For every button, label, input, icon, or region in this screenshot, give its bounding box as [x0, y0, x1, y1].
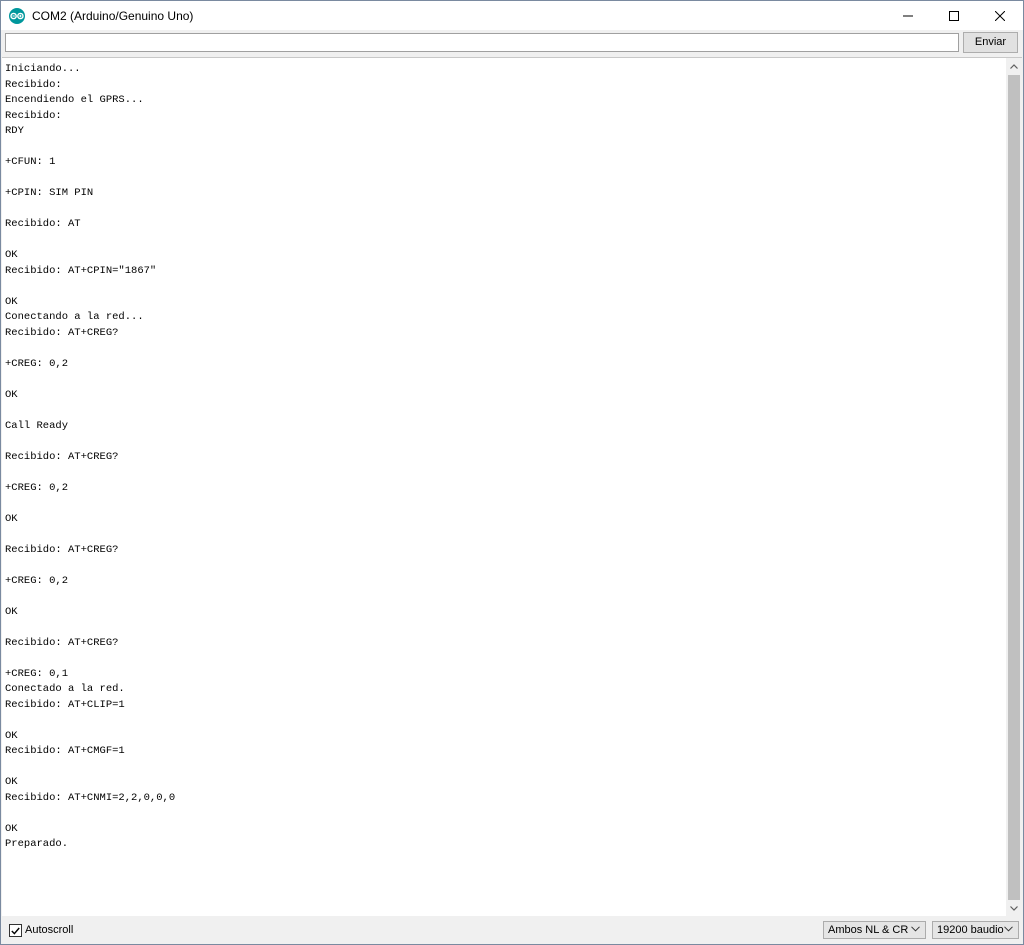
output-line: OK: [5, 605, 18, 618]
checkmark-icon: [11, 927, 20, 935]
line-ending-dropdown[interactable]: Ambos NL & CR: [823, 921, 926, 939]
maximize-button[interactable]: [931, 1, 977, 30]
baud-rate-dropdown[interactable]: 19200 baudio: [932, 921, 1019, 939]
chevron-down-icon: [911, 926, 920, 932]
serial-output-text[interactable]: Iniciando... Recibido: Encendiendo el GPR…: [5, 62, 1005, 912]
output-line: Iniciando...: [5, 63, 81, 75]
send-row: Enviar: [1, 30, 1023, 57]
output-line: Recibido: AT+CMGF=1: [5, 745, 125, 757]
output-line: Recibido:: [5, 109, 69, 122]
output-line: Recibido:: [5, 78, 69, 91]
output-line: OK: [5, 822, 18, 835]
output-line: RDY: [5, 125, 24, 137]
output-line: +CREG: 0,2: [5, 481, 69, 494]
serial-output-panel[interactable]: Iniciando... Recibido: Encendiendo el GPR…: [2, 57, 1022, 917]
vertical-scrollbar[interactable]: [1006, 58, 1022, 916]
output-line: +CREG: 0,2: [5, 574, 69, 587]
output-line: Preparado.: [5, 838, 69, 850]
output-line: OK: [5, 776, 18, 788]
output-line: OK: [5, 295, 18, 308]
send-button[interactable]: Enviar: [963, 32, 1018, 53]
scroll-down-button[interactable]: [1006, 900, 1022, 916]
window-title: COM2 (Arduino/Genuino Uno): [32, 8, 194, 23]
baud-rate-value: 19200 baudio: [937, 924, 1004, 936]
chevron-down-icon: [1010, 905, 1018, 911]
bottom-bar: Autoscroll Ambos NL & CR 19200 baudio: [1, 916, 1023, 944]
output-line: OK: [5, 388, 18, 401]
arduino-infinity-icon: [9, 7, 25, 24]
output-line: +CREG: 0,1: [5, 667, 69, 680]
output-line: Recibido: AT+CREG?: [5, 636, 119, 649]
scroll-up-button[interactable]: [1006, 58, 1022, 74]
output-line: Conectando a la red...: [5, 311, 144, 323]
close-icon: [995, 10, 1005, 21]
close-button[interactable]: [977, 1, 1023, 30]
window-controls: [885, 1, 1023, 30]
output-line: +CFUN: 1: [5, 156, 56, 168]
output-line: Recibido: AT+CREG?: [5, 543, 119, 556]
output-line: OK: [5, 512, 18, 525]
output-line: +CPIN: SIM PIN: [5, 187, 94, 199]
maximize-icon: [949, 10, 959, 21]
title-bar[interactable]: COM2 (Arduino/Genuino Uno): [1, 1, 1023, 30]
output-line: Recibido: AT+CREG?: [5, 326, 119, 339]
output-line: OK: [5, 729, 18, 742]
output-line: Recibido: AT+CLIP=1: [5, 698, 125, 711]
scroll-thumb[interactable]: [1008, 75, 1020, 900]
output-line: +CREG: 0,2: [5, 357, 69, 370]
output-line: Recibido: AT: [5, 218, 81, 230]
output-line: OK: [5, 249, 18, 261]
chevron-down-icon: [1004, 926, 1013, 932]
output-line: Call Ready: [5, 419, 69, 432]
output-line: Recibido: AT+CREG?: [5, 450, 119, 463]
output-line: Conectado a la red.: [5, 683, 125, 695]
output-line: Recibido: AT+CNMI=2,2,0,0,0: [5, 791, 176, 804]
output-line: Encendiendo el GPRS...: [5, 94, 144, 106]
line-ending-value: Ambos NL & CR: [828, 924, 909, 936]
chevron-up-icon: [1010, 63, 1018, 69]
serial-monitor-window: COM2 (Arduino/Genuino Uno) Enviar Inicia…: [0, 0, 1024, 945]
autoscroll-checkbox[interactable]: [9, 924, 22, 937]
output-line: Recibido: AT+CPIN="1867": [5, 264, 157, 277]
autoscroll-label: Autoscroll: [25, 924, 74, 936]
minimize-button[interactable]: [885, 1, 931, 30]
send-input[interactable]: [5, 33, 959, 52]
minimize-icon: [903, 15, 913, 16]
